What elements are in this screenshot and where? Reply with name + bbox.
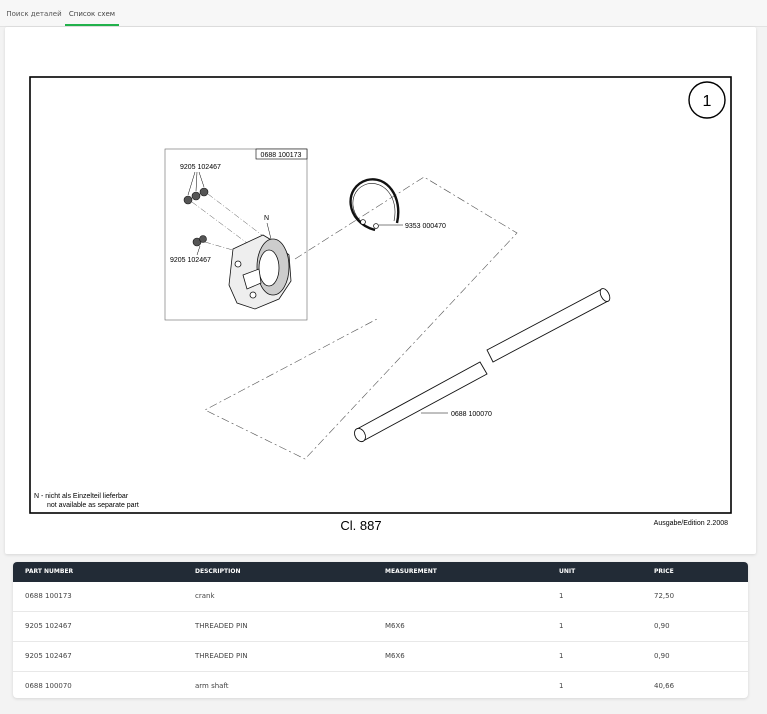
cell-measurement: M6X6	[385, 652, 405, 660]
diagram-card: 1 0688 100173 9205 102467 9205 102467 N	[5, 27, 756, 554]
note-line-1: N - nicht als Einzelteil lieferbar	[34, 493, 129, 500]
tab-diagram-list[interactable]: Список схем	[65, 0, 119, 26]
diagram-caption: Cl. 887	[340, 518, 381, 533]
n-marker: N	[264, 215, 269, 222]
table-row[interactable]: 9205 102467 THREADED PIN M6X6 1 0,90	[13, 642, 748, 672]
cell-price: 72,50	[654, 592, 675, 600]
retaining-ring-icon	[349, 178, 400, 232]
ring-part-label: 9353 000470	[405, 223, 446, 230]
cell-description: THREADED PIN	[195, 652, 248, 660]
table-row[interactable]: 0688 100070 arm shaft 1 40,66	[13, 672, 748, 698]
header-price: PRICE	[654, 568, 674, 575]
edition-label: Ausgabe/Edition 2.2008	[654, 520, 728, 527]
cell-price: 0,90	[654, 652, 670, 660]
cell-part-number: 0688 100070	[25, 682, 72, 690]
header-unit: UNIT	[559, 568, 576, 575]
pins-bottom-label: 9205 102467	[170, 257, 211, 264]
cell-description: THREADED PIN	[195, 622, 248, 630]
tab-bar: Поиск деталей Список схем	[0, 0, 767, 27]
table-row[interactable]: 9205 102467 THREADED PIN M6X6 1 0,90	[13, 612, 748, 642]
header-part-number: PART NUMBER	[25, 568, 74, 575]
parts-diagram: 1 0688 100173 9205 102467 9205 102467 N	[29, 76, 732, 533]
cell-part-number: 0688 100173	[25, 592, 72, 600]
sheet-number: 1	[703, 93, 712, 110]
crank-part-label: 0688 100173	[261, 152, 302, 159]
cell-unit: 1	[559, 622, 564, 630]
cell-part-number: 9205 102467	[25, 652, 72, 660]
cell-description: crank	[195, 592, 215, 600]
cell-unit: 1	[559, 592, 564, 600]
note-line-2: not available as separate part	[47, 502, 139, 509]
shaft-part-label: 0688 100070	[451, 411, 492, 418]
cell-unit: 1	[559, 652, 564, 660]
cell-part-number: 9205 102467	[25, 622, 72, 630]
crank-icon	[228, 234, 292, 310]
cell-price: 0,90	[654, 622, 670, 630]
header-description: DESCRIPTION	[195, 568, 241, 575]
cell-measurement: M6X6	[385, 622, 405, 630]
cell-unit: 1	[559, 682, 564, 690]
cell-description: arm shaft	[195, 682, 229, 690]
header-measurement: MEASUREMENT	[385, 568, 437, 575]
parts-table: PART NUMBER DESCRIPTION MEASUREMENT UNIT…	[13, 562, 748, 698]
cell-price: 40,66	[654, 682, 675, 690]
arm-shaft-icon	[354, 288, 611, 443]
table-row[interactable]: 0688 100173 crank 1 72,50	[13, 582, 748, 612]
table-header: PART NUMBER DESCRIPTION MEASUREMENT UNIT…	[13, 562, 748, 582]
pins-top-label: 9205 102467	[180, 164, 221, 171]
tab-parts-search[interactable]: Поиск деталей	[4, 0, 64, 24]
threaded-pin-icon-2	[192, 235, 207, 247]
diagram-frame	[29, 76, 732, 514]
